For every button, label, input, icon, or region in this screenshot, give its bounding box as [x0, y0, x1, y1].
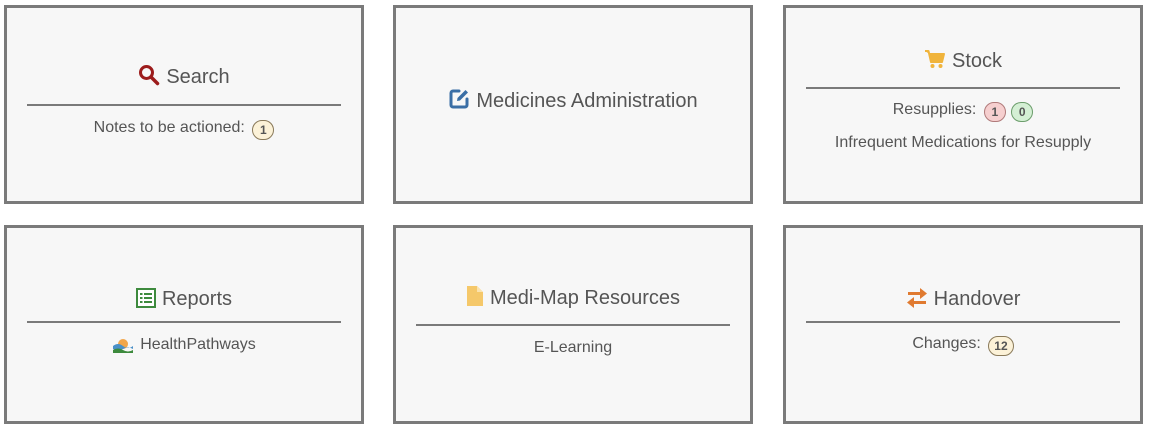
document-icon: [466, 285, 484, 313]
notes-to-action[interactable]: Notes to be actioned: 1: [7, 119, 361, 140]
resupplies-label: Resupplies:: [892, 101, 977, 118]
search-tile[interactable]: Search Notes to be actioned: 1: [4, 5, 364, 204]
notes-label: Notes to be actioned:: [93, 119, 245, 136]
stock-title: Stock: [951, 50, 1003, 72]
stock-tile[interactable]: Stock Resupplies: 1 0 Infrequent Medicat…: [783, 5, 1143, 204]
reports-title: Reports: [161, 288, 233, 310]
medicines-administration-tile[interactable]: Medicines Administration: [393, 5, 753, 204]
reports-divider: [27, 321, 341, 323]
medicines-title: Medicines Administration: [476, 90, 698, 112]
stock-divider: [806, 87, 1120, 89]
resupplies-row: Resupplies: 1 0: [786, 101, 1140, 122]
search-tile-header[interactable]: Search: [27, 64, 341, 92]
resources-divider: [416, 324, 730, 326]
search-icon: [138, 64, 160, 92]
changes-label: Changes:: [912, 335, 981, 352]
edit-icon: [448, 88, 470, 116]
resources-title: Medi-Map Resources: [489, 287, 681, 309]
resupplies-green-badge[interactable]: 0: [1011, 102, 1034, 122]
handover-divider: [806, 321, 1120, 323]
cart-icon: [924, 48, 946, 76]
exchange-arrows-icon: [906, 288, 928, 314]
search-divider: [27, 104, 341, 106]
healthpathways-label: HealthPathways: [140, 336, 256, 353]
medicines-tile-header[interactable]: Medicines Administration: [416, 88, 730, 116]
handover-tile[interactable]: Handover Changes: 12: [783, 225, 1143, 424]
stock-tile-header[interactable]: Stock: [806, 48, 1120, 76]
resources-tile-header[interactable]: Medi-Map Resources: [416, 285, 730, 313]
list-table-icon: [135, 288, 156, 314]
handover-changes[interactable]: Changes: 12: [786, 335, 1140, 356]
notes-count-badge[interactable]: 1: [252, 120, 275, 140]
healthpathways-logo-icon: [112, 335, 134, 358]
handover-tile-header[interactable]: Handover: [806, 288, 1120, 314]
reports-tile-header[interactable]: Reports: [27, 288, 341, 314]
medi-map-resources-tile[interactable]: Medi-Map Resources E-Learning: [393, 225, 753, 424]
search-title: Search: [166, 66, 230, 88]
reports-tile[interactable]: Reports HealthPathways: [4, 225, 364, 424]
infrequent-medications-link[interactable]: Infrequent Medications for Resupply: [786, 134, 1140, 152]
changes-count-badge[interactable]: 12: [988, 336, 1014, 356]
resupplies-red-badge[interactable]: 1: [983, 102, 1006, 122]
healthpathways-link[interactable]: HealthPathways: [7, 335, 361, 358]
handover-title: Handover: [933, 288, 1021, 310]
e-learning-link[interactable]: E-Learning: [396, 339, 750, 357]
